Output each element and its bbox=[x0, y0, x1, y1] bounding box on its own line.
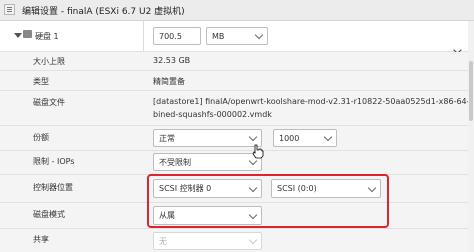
window-titlebar: 编辑设置 - finalA (ESXi 6.7 U2 虚拟机) bbox=[0, 0, 474, 21]
disk-size-input[interactable]: 700.5 bbox=[153, 27, 201, 45]
disk-file-row: 磁盘文件 [datastore1] finalA/openwrt-koolsha… bbox=[0, 91, 474, 126]
disk-file-path-line1: [datastore1] finalA/openwrt-koolshare-mo… bbox=[153, 97, 474, 106]
shares-row: 份额 正常 1000 bbox=[0, 126, 474, 151]
type-row: 类型 精简置备 bbox=[0, 71, 474, 91]
limit-iops-label: 限制 - IOPs bbox=[33, 157, 75, 166]
sharing-label: 共享 bbox=[33, 235, 49, 244]
disk-file-label: 磁盘文件 bbox=[33, 98, 65, 107]
disk-mode-label: 磁盘模式 bbox=[33, 210, 65, 219]
disk-size-unit-select[interactable]: MB bbox=[206, 27, 268, 45]
disk-label: 硬盘 1 bbox=[35, 32, 59, 41]
disk-row: 硬盘 1 700.5 MB bbox=[0, 21, 474, 52]
expand-caret-icon[interactable] bbox=[14, 33, 22, 38]
chevron-down-icon bbox=[323, 132, 333, 142]
sharing-value: 无 bbox=[159, 236, 167, 246]
type-value: 精简置备 bbox=[153, 77, 185, 86]
disk-file-path-line2: bined-squashfs-000002.vmdk bbox=[153, 110, 272, 119]
hard-disk-icon bbox=[23, 30, 32, 38]
highlight-annotation-box bbox=[147, 174, 389, 228]
max-size-row: 大小上限 32.53 GB bbox=[0, 52, 474, 71]
sharing-select[interactable]: 无 bbox=[153, 232, 262, 250]
shares-select[interactable]: 正常 bbox=[153, 129, 262, 147]
chevron-down-icon bbox=[254, 30, 264, 40]
shares-label: 份额 bbox=[33, 133, 49, 142]
sharing-row: 共享 无 bbox=[0, 229, 474, 252]
type-label: 类型 bbox=[33, 77, 49, 86]
vertical-scrollbar[interactable] bbox=[468, 21, 474, 252]
window-title: 编辑设置 - finalA (ESXi 6.7 U2 虚拟机) bbox=[22, 7, 185, 17]
shares-number-value: 1000 bbox=[279, 133, 300, 143]
limit-iops-row: 限制 - IOPs 不受限制 bbox=[0, 151, 474, 175]
controller-location-label: 控制器位置 bbox=[33, 183, 73, 192]
chevron-down-icon bbox=[248, 132, 258, 142]
shares-select-value: 正常 bbox=[159, 133, 175, 143]
limit-iops-select[interactable]: 不受限制 bbox=[153, 153, 262, 171]
disk-size-unit-value: MB bbox=[212, 31, 225, 41]
scrollbar-thumb[interactable] bbox=[469, 61, 473, 121]
max-size-value: 32.53 GB bbox=[153, 56, 191, 65]
edit-settings-icon bbox=[4, 4, 15, 15]
limit-iops-value: 不受限制 bbox=[159, 157, 191, 167]
max-size-label: 大小上限 bbox=[33, 57, 65, 66]
chevron-down-icon bbox=[248, 235, 258, 245]
hand-cursor-icon bbox=[252, 144, 264, 159]
shares-number-input[interactable]: 1000 bbox=[273, 129, 337, 147]
